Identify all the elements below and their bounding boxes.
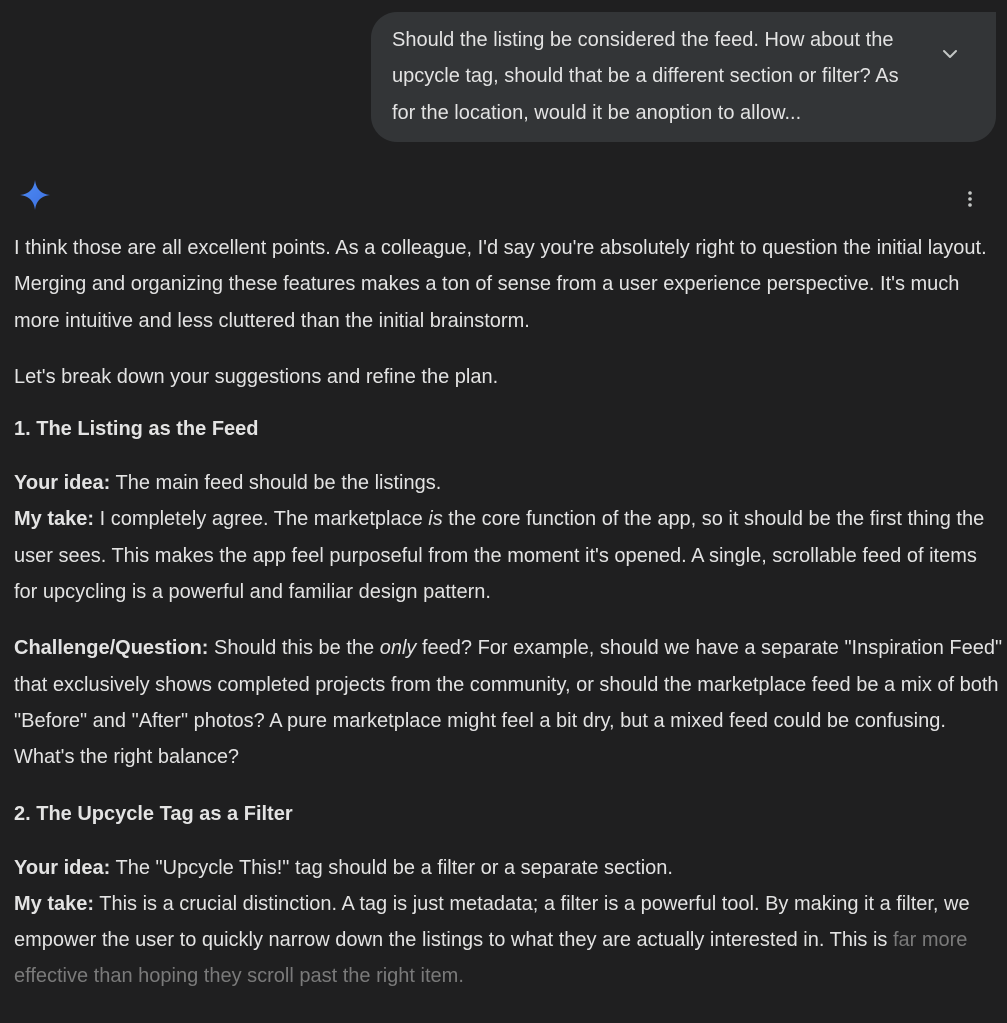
section1-take: My take: I completely agree. The marketp…: [14, 501, 1004, 610]
take-text: This is a crucial distinction. A tag is …: [14, 892, 970, 952]
chevron-down-icon[interactable]: [938, 42, 962, 66]
idea-text: The main feed should be the listings.: [110, 472, 442, 495]
user-message-bubble: Should the listing be considered the fee…: [371, 12, 996, 142]
more-vert-icon[interactable]: [958, 187, 982, 211]
section2-idea: Your idea: The "Upcycle This!" tag shoul…: [14, 850, 1004, 886]
challenge-emphasis: only: [379, 637, 417, 660]
section2-take: My take: This is a crucial distinction. …: [14, 886, 1004, 995]
take-emphasis: is: [428, 508, 443, 531]
idea-label: Your idea:: [14, 856, 111, 879]
gemini-sparkle-icon: [19, 179, 51, 211]
idea-label: Your idea:: [14, 472, 111, 495]
take-text-a: I completely agree. The marketplace: [94, 508, 429, 531]
section-heading-2: 2. The Upcycle Tag as a Filter: [14, 802, 293, 825]
user-message-text: Should the listing be considered the fee…: [392, 29, 899, 124]
challenge-label: Challenge/Question:: [14, 637, 209, 660]
take-label: My take:: [14, 508, 95, 531]
chat-page: Should the listing be considered the fee…: [0, 0, 1007, 1023]
section1-challenge: Challenge/Question: Should this be the o…: [14, 630, 1004, 775]
section1-idea: Your idea: The main feed should be the l…: [14, 465, 1004, 501]
response-intro: I think those are all excellent points. …: [14, 237, 987, 332]
response-lead: Let's break down your suggestions and re…: [14, 365, 499, 388]
take-label: My take:: [14, 892, 95, 915]
assistant-response: I think those are all excellent points. …: [14, 230, 1004, 995]
idea-text: The "Upcycle This!" tag should be a filt…: [110, 856, 673, 879]
section-heading-1: 1. The Listing as the Feed: [14, 418, 259, 441]
challenge-text-a: Should this be the: [208, 637, 380, 660]
